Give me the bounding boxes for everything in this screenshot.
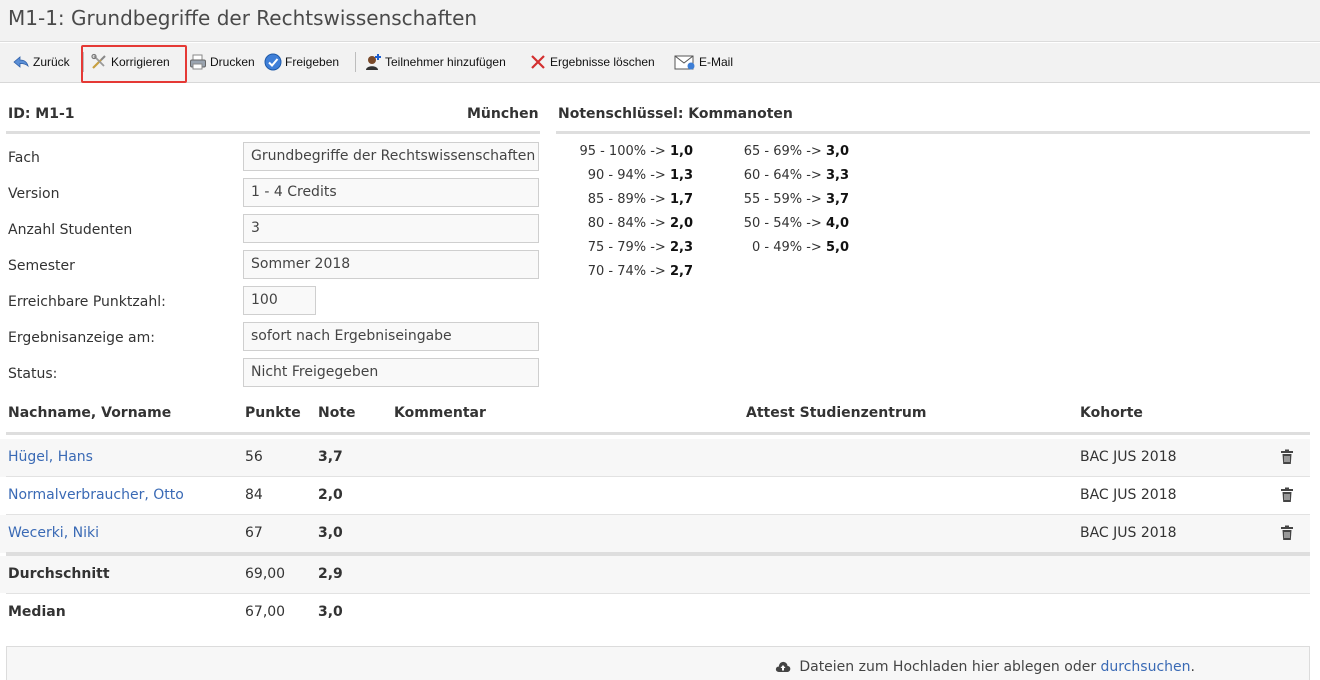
average-row: Durchschnitt 69,00 2,9	[0, 556, 1310, 593]
column-header-comment: Kommentar	[394, 405, 486, 421]
grade-mapping: 70 - 74% -> 2,7	[587, 264, 693, 279]
toolbar: Zurück Korrigieren Drucken Freigeben Tei…	[0, 43, 1320, 83]
browse-link[interactable]: durchsuchen	[1101, 659, 1191, 675]
dropzone-suffix: .	[1190, 659, 1195, 675]
field-label-status: Status:	[8, 366, 58, 382]
median-row: Median 67,00 3,0	[0, 594, 1310, 632]
cohort-cell: BAC JUS 2018	[1080, 449, 1177, 465]
points-cell: 84	[245, 487, 263, 503]
version-field[interactable]: 1 - 4 Credits	[243, 178, 539, 207]
add-user-icon	[364, 53, 382, 71]
title-bar: M1-1: Grundbegriffe der Rechtswissenscha…	[0, 0, 1320, 42]
result-display-field[interactable]: sofort nach Ergebniseingabe	[243, 322, 539, 351]
add-participant-label: Teilnehmer hinzufügen	[385, 55, 506, 69]
field-label-result-display: Ergebnisanzeige am:	[8, 330, 155, 346]
grade-mapping: 60 - 64% -> 3,3	[743, 168, 849, 183]
grade-cell: 3,0	[318, 525, 343, 541]
release-label: Freigeben	[285, 55, 340, 69]
red-x-icon	[529, 53, 547, 71]
add-participant-button[interactable]: Teilnehmer hinzufügen	[364, 51, 506, 73]
divider	[6, 432, 1310, 435]
grade-mapping: 50 - 54% -> 4,0	[743, 216, 849, 231]
median-grade: 3,0	[318, 604, 343, 620]
column-header-grade[interactable]: Note	[318, 405, 356, 421]
back-button[interactable]: Zurück	[12, 51, 70, 73]
max-points-field[interactable]: 100	[243, 286, 316, 315]
back-label: Zurück	[33, 55, 70, 69]
grade-cell: 2,0	[318, 487, 343, 503]
trash-icon[interactable]	[1280, 449, 1294, 465]
column-header-points[interactable]: Punkte	[245, 405, 301, 421]
file-dropzone[interactable]: Dateien zum Hochladen hier ablegen oder …	[6, 646, 1310, 680]
grade-mapping: 85 - 89% -> 1,7	[587, 192, 693, 207]
cohort-cell: BAC JUS 2018	[1080, 487, 1177, 503]
students-count-field[interactable]: 3	[243, 214, 539, 243]
email-button[interactable]: E-Mail	[674, 51, 733, 73]
field-label-subject: Fach	[8, 150, 40, 166]
grade-mapping: 55 - 59% -> 3,7	[743, 192, 849, 207]
delete-results-button[interactable]: Ergebnisse löschen	[529, 51, 655, 73]
field-label-max-points: Erreichbare Punktzahl:	[8, 294, 166, 310]
points-cell: 67	[245, 525, 263, 541]
points-cell: 56	[245, 449, 263, 465]
grade-mapping: 90 - 94% -> 1,3	[587, 168, 693, 183]
field-label-students: Anzahl Studenten	[8, 222, 133, 238]
student-name-link[interactable]: Hügel, Hans	[8, 449, 93, 465]
table-row: Wecerki, Niki 67 3,0 BAC JUS 2018	[0, 515, 1310, 553]
delete-results-label: Ergebnisse löschen	[550, 55, 655, 69]
semester-field[interactable]: Sommer 2018	[243, 250, 539, 279]
field-label-semester: Semester	[8, 258, 75, 274]
printer-icon	[189, 53, 207, 71]
exam-location: München	[467, 106, 539, 122]
grading-key-title: Notenschlüssel: Kommanoten	[558, 106, 793, 122]
dropzone-label: Dateien zum Hochladen hier ablegen oder	[799, 659, 1097, 675]
column-header-cohort[interactable]: Kohorte	[1080, 405, 1143, 421]
column-header-name[interactable]: Nachname, Vorname	[8, 405, 171, 421]
checkmark-circle-icon	[264, 53, 282, 71]
email-label: E-Mail	[699, 55, 734, 69]
page-title: M1-1: Grundbegriffe der Rechtswissenscha…	[8, 6, 478, 30]
field-label-version: Version	[8, 186, 60, 202]
student-name-link[interactable]: Normalverbraucher, Otto	[8, 487, 184, 503]
grade-mapping: 0 - 49% -> 5,0	[751, 240, 849, 255]
grade-mapping: 80 - 84% -> 2,0	[587, 216, 693, 231]
trash-icon[interactable]	[1280, 525, 1294, 541]
median-points: 67,00	[245, 604, 286, 620]
correct-button-highlight	[81, 45, 187, 83]
student-name-link[interactable]: Wecerki, Niki	[8, 525, 99, 541]
column-header-attest: Attest Studienzentrum	[746, 405, 927, 421]
average-points: 69,00	[245, 566, 286, 582]
release-button[interactable]: Freigeben	[264, 51, 339, 73]
toolbar-separator	[355, 52, 356, 72]
grade-cell: 3,7	[318, 449, 343, 465]
status-field[interactable]: Nicht Freigegeben	[243, 358, 539, 387]
trash-icon[interactable]	[1280, 487, 1294, 503]
grade-mapping: 75 - 79% -> 2,3	[587, 240, 693, 255]
print-button[interactable]: Drucken	[189, 51, 255, 73]
subject-field[interactable]: Grundbegriffe der Rechtswissenschaften	[243, 142, 539, 171]
average-grade: 2,9	[318, 566, 343, 582]
exam-id: ID: M1-1	[8, 106, 75, 122]
grade-mapping: 65 - 69% -> 3,0	[743, 144, 849, 159]
table-row: Normalverbraucher, Otto 84 2,0 BAC JUS 2…	[0, 477, 1310, 515]
grade-mapping: 95 - 100% -> 1,0	[579, 144, 693, 159]
table-row: Hügel, Hans 56 3,7 BAC JUS 2018	[0, 439, 1310, 477]
divider	[6, 131, 540, 134]
cloud-upload-icon	[775, 660, 791, 677]
back-arrow-icon	[12, 53, 30, 71]
cohort-cell: BAC JUS 2018	[1080, 525, 1177, 541]
average-label: Durchschnitt	[8, 566, 110, 582]
divider	[556, 131, 1310, 134]
dropzone-text: Dateien zum Hochladen hier ablegen oder …	[775, 659, 1195, 677]
envelope-icon	[674, 53, 696, 71]
print-label: Drucken	[210, 55, 255, 69]
median-label: Median	[8, 604, 66, 620]
